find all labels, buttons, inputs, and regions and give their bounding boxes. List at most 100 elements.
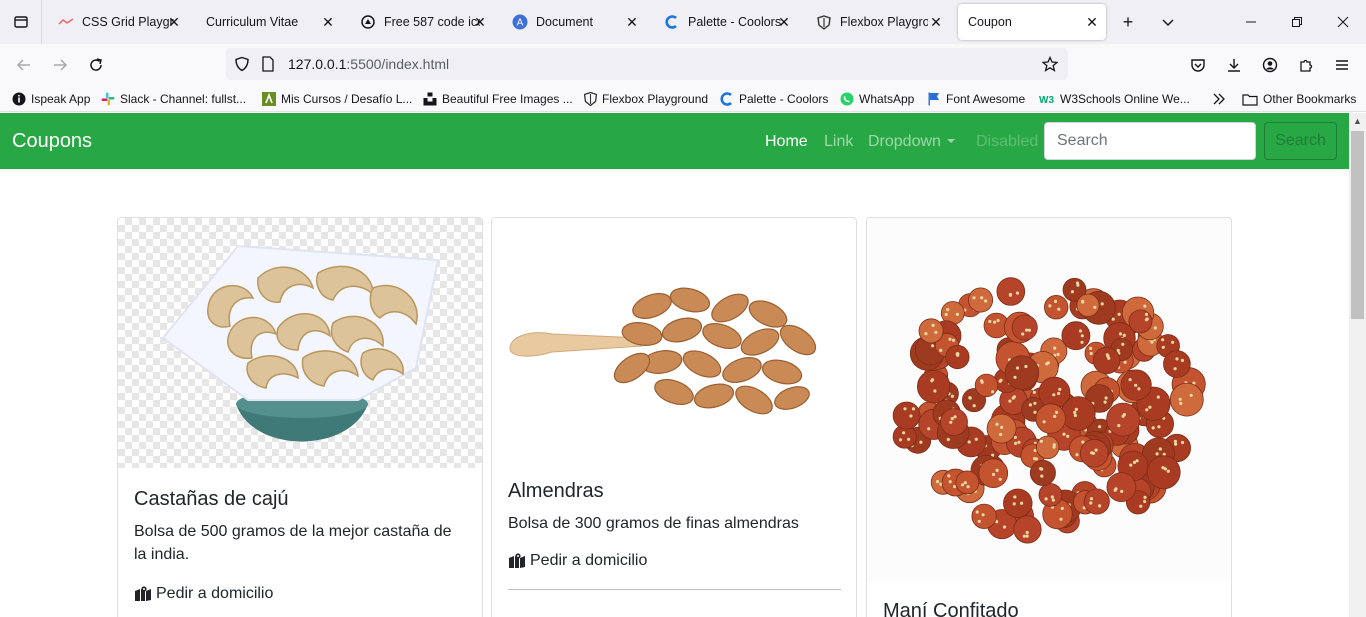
bookmark-label: W3Schools Online We... xyxy=(1060,92,1190,106)
navbar-brand[interactable]: Coupons xyxy=(12,130,92,153)
other-bookmarks-label: Other Bookmarks xyxy=(1263,92,1357,106)
chevron-double-right-icon xyxy=(1213,93,1225,105)
search-button[interactable]: Search xyxy=(1264,122,1337,160)
bookmark-label: WhatsApp xyxy=(859,92,915,106)
bookmark-desafio[interactable]: Mis Cursos / Desafío L... xyxy=(262,90,412,108)
page-viewport: Coupons Home Link Dropdown Disabled Sear… xyxy=(0,113,1366,617)
url-path: :5500/index.html xyxy=(346,56,450,72)
tab-flexbox[interactable]: Flexbox Playground ✕ xyxy=(806,4,950,40)
close-icon[interactable]: ✕ xyxy=(624,14,640,30)
back-button[interactable] xyxy=(10,51,38,79)
nav-home-link[interactable]: Home xyxy=(765,133,808,151)
restore-button[interactable] xyxy=(1274,0,1320,44)
close-icon[interactable]: ✕ xyxy=(320,14,336,30)
card-title: Castañas de cajú xyxy=(134,488,289,510)
arrow-right-icon xyxy=(54,59,68,71)
download-icon xyxy=(1228,59,1240,72)
w3schools-icon: W3 xyxy=(1039,92,1055,106)
order-delivery-link[interactable]: Pedir a domicilio xyxy=(134,585,273,603)
tab-coolors[interactable]: Palette - Coolors ✕ xyxy=(654,4,798,40)
url-text[interactable]: 127.0.0.1:5500/index.html xyxy=(288,56,449,72)
forward-button[interactable] xyxy=(46,51,74,79)
nav-link[interactable]: Link xyxy=(824,133,853,151)
tab-title: Coupon xyxy=(968,15,1012,29)
account-button[interactable] xyxy=(1256,51,1284,79)
bookmark-unsplash[interactable]: Beautiful Free Images ... xyxy=(423,90,573,108)
unsplash-icon xyxy=(423,92,437,106)
bookmark-coolors[interactable]: Palette - Coolors xyxy=(720,90,828,108)
plus-icon: + xyxy=(1122,11,1134,32)
minimize-button[interactable] xyxy=(1228,0,1274,44)
card-title: Almendras xyxy=(508,480,604,502)
ispeak-icon xyxy=(12,92,26,106)
tab-overflow-button[interactable] xyxy=(1154,8,1182,36)
bookmarks-overflow-button[interactable] xyxy=(1212,90,1226,108)
coupon-card: Almendras Bolsa de 300 gramos de finas a… xyxy=(491,217,857,617)
svg-text:A: A xyxy=(517,18,524,29)
bookmark-label: Mis Cursos / Desafío L... xyxy=(281,92,413,106)
hamburger-icon xyxy=(1336,60,1348,70)
puzzle-icon xyxy=(1300,59,1313,72)
css-grid-icon xyxy=(58,14,74,30)
tab-code-icons[interactable]: Free 587 code icons ✕ xyxy=(350,4,494,40)
close-icon[interactable]: ✕ xyxy=(166,14,182,30)
reload-button[interactable] xyxy=(82,51,110,79)
candied-peanut-image xyxy=(867,218,1231,582)
scroll-up-arrow-icon[interactable]: ▲ xyxy=(1349,113,1366,129)
bookmark-slack[interactable]: Slack - Channel: fullst... xyxy=(101,90,246,108)
page-icon[interactable] xyxy=(258,54,278,74)
tab-document[interactable]: A Document ✕ xyxy=(502,4,646,40)
restore-icon xyxy=(1292,17,1302,27)
close-icon[interactable]: ✕ xyxy=(472,14,488,30)
bookmark-label: Slack - Channel: fullst... xyxy=(120,92,247,106)
tab-title: Document xyxy=(536,15,593,29)
divider xyxy=(508,589,841,590)
svg-text:W3: W3 xyxy=(1039,95,1054,105)
pocket-button[interactable] xyxy=(1184,51,1212,79)
order-delivery-link[interactable]: Pedir a domicilio xyxy=(508,552,647,570)
card-text: Bolsa de 500 gramos de la mejor castaña … xyxy=(134,523,452,563)
tab-strip: CSS Grid Playground ✕ Curriculum Vitae ✕… xyxy=(0,0,1366,44)
bookmark-ispeak[interactable]: Ispeak App xyxy=(12,90,90,108)
map-marked-icon xyxy=(135,586,151,601)
close-icon xyxy=(1337,16,1349,28)
bookmark-whatsapp[interactable]: WhatsApp xyxy=(840,90,914,108)
downloads-button[interactable] xyxy=(1220,51,1248,79)
bookmark-w3schools[interactable]: W3 W3Schools Online We... xyxy=(1039,90,1190,108)
page-scrollbar[interactable]: ▲ xyxy=(1349,113,1366,617)
close-icon[interactable]: ✕ xyxy=(1084,14,1100,30)
card-link-label: Pedir a domicilio xyxy=(156,585,274,602)
tab-title: Flexbox Playground xyxy=(840,15,928,29)
url-host: 127.0.0.1 xyxy=(288,56,347,72)
other-bookmarks[interactable]: Other Bookmarks xyxy=(1242,90,1356,108)
nav-dropdown-toggle[interactable]: Dropdown xyxy=(868,133,955,151)
pocket-icon xyxy=(1191,59,1205,72)
tab-list-icon xyxy=(13,16,28,28)
star-icon[interactable] xyxy=(1040,54,1060,74)
dropdown-label: Dropdown xyxy=(868,133,941,150)
list-all-tabs-button[interactable] xyxy=(0,0,42,44)
address-bar[interactable]: 127.0.0.1:5500/index.html xyxy=(226,48,1068,80)
search-input[interactable] xyxy=(1044,122,1256,160)
bookmark-font-awesome[interactable]: Font Awesome xyxy=(927,90,1025,108)
close-icon[interactable]: ✕ xyxy=(776,14,792,30)
almond-image xyxy=(492,218,856,460)
new-tab-button[interactable]: + xyxy=(1114,8,1142,36)
extensions-button[interactable] xyxy=(1292,51,1320,79)
document-icon: A xyxy=(512,14,528,30)
tab-curriculum[interactable]: Curriculum Vitae ✕ xyxy=(196,4,342,40)
caret-down-icon xyxy=(946,139,955,143)
shield-icon[interactable] xyxy=(232,54,252,74)
tab-coupon[interactable]: Coupon ✕ xyxy=(958,4,1106,40)
card-link-label: Pedir a domicilio xyxy=(530,552,648,569)
scrollbar-thumb[interactable] xyxy=(1351,131,1364,319)
close-icon[interactable]: ✕ xyxy=(928,14,944,30)
close-window-button[interactable] xyxy=(1320,0,1366,44)
bookmark-flexbox[interactable]: Flexbox Playground xyxy=(583,90,708,108)
chevron-down-icon xyxy=(1162,19,1174,27)
desafio-icon xyxy=(262,92,276,106)
tab-css-grid[interactable]: CSS Grid Playground ✕ xyxy=(48,4,188,40)
shield-icon xyxy=(816,14,832,30)
card-text: Bolsa de 300 gramos de finas almendras xyxy=(508,515,799,532)
menu-button[interactable] xyxy=(1328,51,1356,79)
